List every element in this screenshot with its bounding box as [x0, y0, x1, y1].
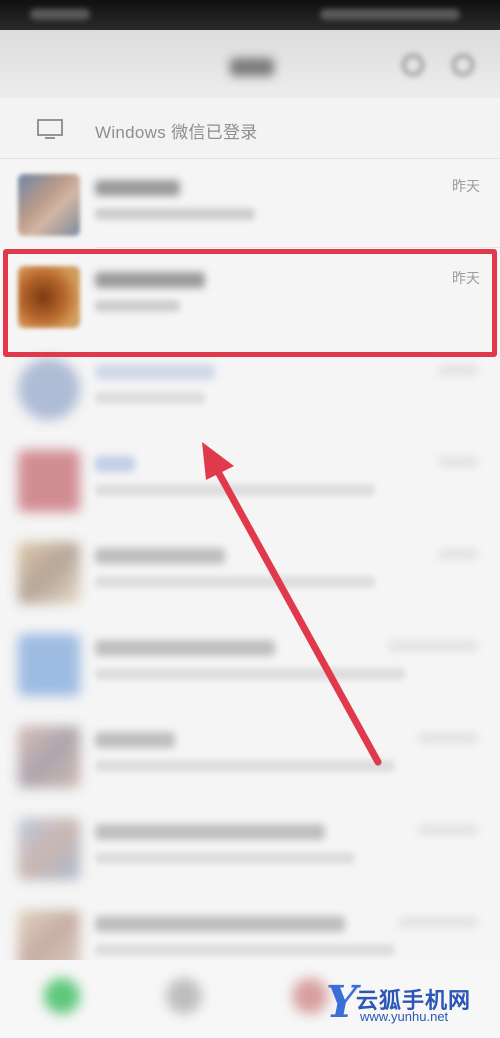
- chat-row[interactable]: [0, 342, 500, 432]
- tab-contacts-icon[interactable]: [166, 978, 202, 1014]
- nav-bar: [0, 30, 500, 98]
- chat-row[interactable]: 昨天: [0, 158, 500, 248]
- chat-row[interactable]: 昨天: [0, 250, 500, 340]
- avatar: [18, 634, 80, 696]
- windows-login-banner[interactable]: Windows 微信已登录: [0, 98, 500, 159]
- status-left-blur: [30, 9, 90, 20]
- message-time: 昨天: [452, 178, 480, 194]
- chat-row[interactable]: [0, 710, 500, 800]
- watermark-url: www.yunhu.net: [360, 1009, 449, 1024]
- message-preview: [95, 300, 180, 312]
- avatar: [18, 266, 80, 328]
- avatar: [18, 726, 80, 788]
- contact-name: [95, 180, 180, 196]
- banner-text: Windows 微信已登录: [95, 123, 258, 142]
- message-preview: [95, 760, 395, 772]
- chat-row[interactable]: [0, 434, 500, 524]
- nav-title: [230, 58, 274, 76]
- contact-name: [95, 364, 215, 380]
- row-divider: [95, 247, 500, 248]
- avatar: [18, 358, 80, 420]
- contact-name: [95, 272, 205, 288]
- contact-name: [95, 732, 175, 748]
- contact-name: [95, 640, 275, 656]
- contact-name: [95, 916, 345, 932]
- message-time: [398, 916, 478, 928]
- tab-chats-icon[interactable]: [44, 978, 80, 1014]
- contact-name: [95, 456, 135, 472]
- message-time: [438, 456, 478, 468]
- message-time: [418, 824, 478, 836]
- chat-row[interactable]: [0, 802, 500, 892]
- search-icon[interactable]: [402, 54, 424, 76]
- watermark-logo: Y: [326, 977, 358, 1028]
- message-time: [438, 364, 478, 376]
- status-right-blur: [320, 9, 460, 20]
- avatar: [18, 542, 80, 604]
- message-preview: [95, 852, 355, 864]
- message-time: [438, 548, 478, 560]
- message-preview: [95, 944, 395, 956]
- avatar: [18, 174, 80, 236]
- message-preview: [95, 208, 255, 220]
- message-preview: [95, 668, 405, 680]
- message-time: 昨天: [452, 270, 480, 286]
- message-time: [388, 640, 478, 652]
- message-preview: [95, 484, 375, 496]
- status-bar: [0, 0, 500, 30]
- chat-row[interactable]: [0, 618, 500, 708]
- contact-name: [95, 824, 325, 840]
- message-preview: [95, 392, 205, 404]
- message-time: [418, 732, 478, 744]
- avatar: [18, 818, 80, 880]
- contact-name: [95, 548, 225, 564]
- watermark: Y 云狐手机网 www.yunhu.net: [320, 975, 500, 1035]
- monitor-icon: [37, 119, 63, 139]
- add-icon[interactable]: [452, 54, 474, 76]
- chat-row[interactable]: [0, 526, 500, 616]
- avatar: [18, 450, 80, 512]
- message-preview: [95, 576, 375, 588]
